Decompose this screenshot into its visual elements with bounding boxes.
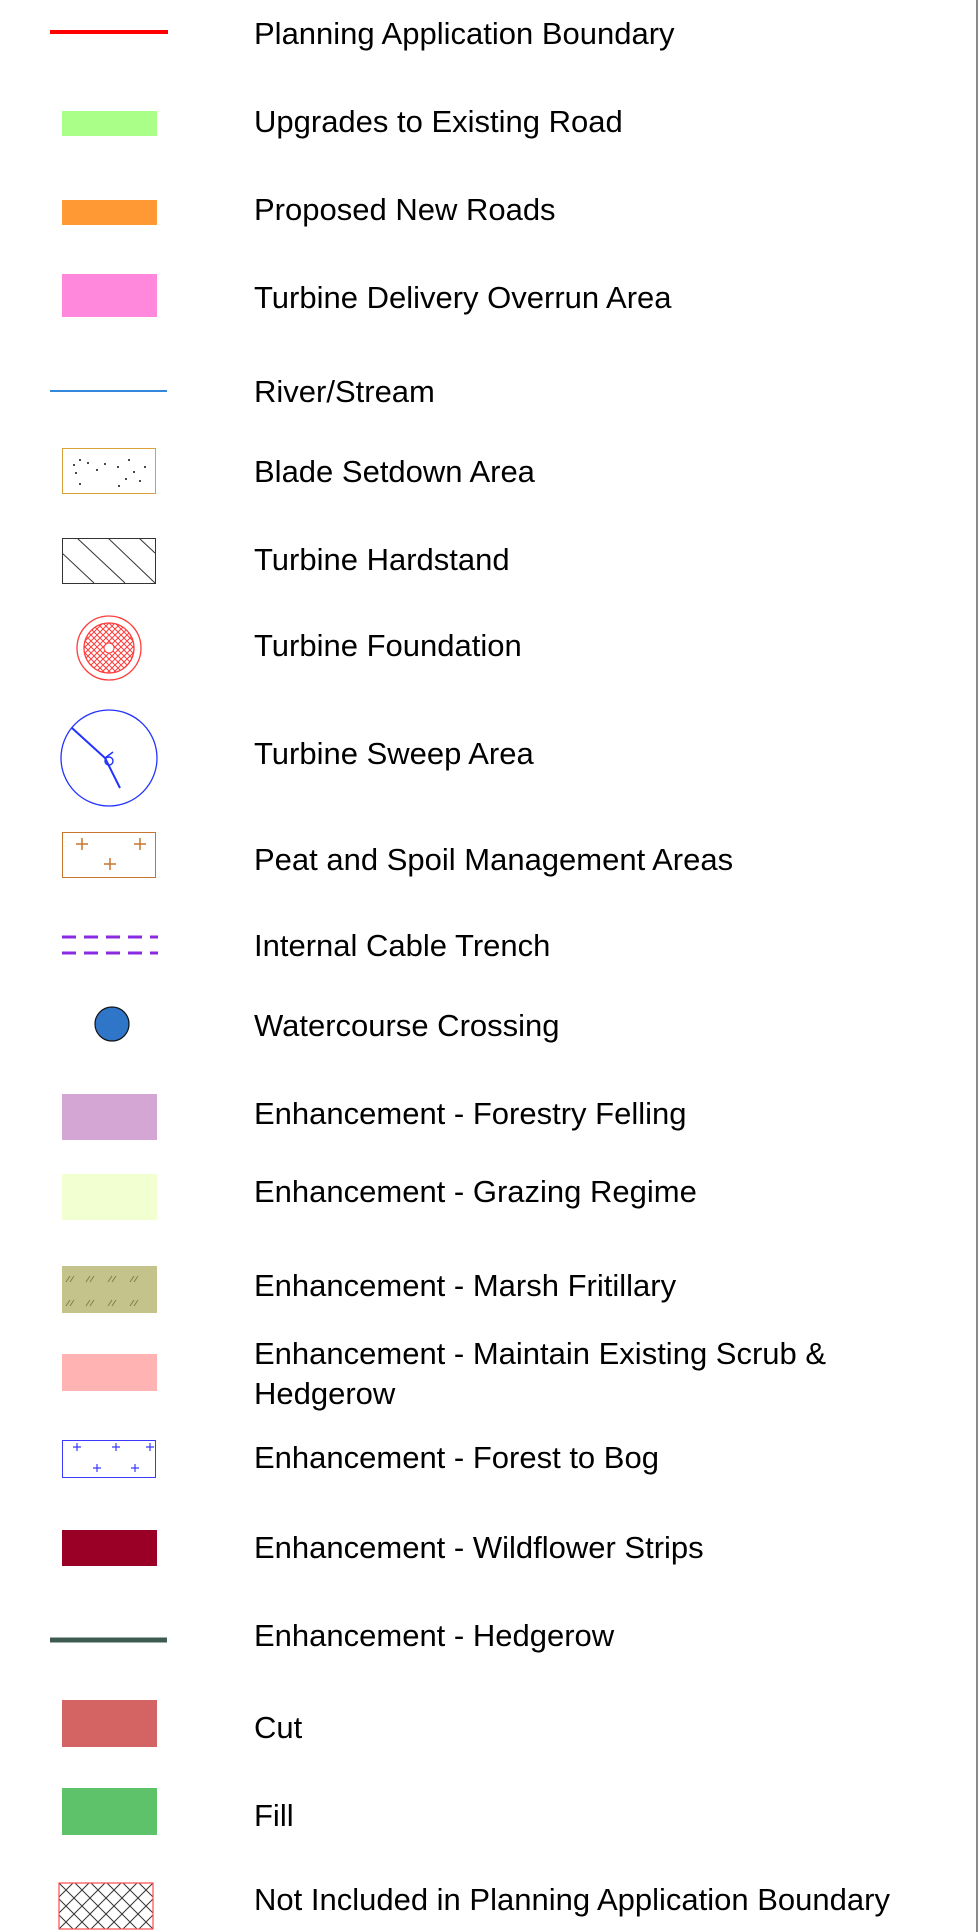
legend-item-blade-setdown-area: Blade Setdown Area	[0, 446, 974, 494]
legend-item-planning-application-boundary: Planning Application Boundary	[0, 12, 974, 58]
legend-item-turbine-foundation: Turbine Foundation	[0, 614, 974, 684]
blade-setdown-area-icon	[62, 448, 182, 496]
river-stream-line-icon	[50, 388, 170, 394]
legend-label-upgrades-existing-road: Upgrades to Existing Road	[254, 104, 623, 139]
peat-spoil-management-areas-icon	[62, 832, 182, 880]
legend-item-cut: Cut	[0, 1700, 974, 1752]
turbine-sweep-area-icon	[60, 708, 180, 808]
legend-label-blade-setdown-area: Blade Setdown Area	[254, 454, 535, 489]
legend-label-planning-application-boundary: Planning Application Boundary	[254, 16, 675, 51]
legend-item-enhancement-forestry-felling: Enhancement - Forestry Felling	[0, 1092, 974, 1142]
legend-item-internal-cable-trench: Internal Cable Trench	[0, 926, 974, 970]
legend-item-proposed-new-roads: Proposed New Roads	[0, 188, 974, 234]
map-legend: Planning Application Boundary Upgrades t…	[0, 0, 980, 1932]
planning-application-boundary-line-icon	[50, 28, 170, 36]
legend-label-turbine-sweep-area: Turbine Sweep Area	[254, 736, 534, 771]
turbine-foundation-icon	[76, 614, 196, 682]
legend-label-internal-cable-trench: Internal Cable Trench	[254, 928, 551, 963]
legend-label-enhancement-forest-to-bog: Enhancement - Forest to Bog	[254, 1440, 659, 1475]
enhancement-maintain-existing-scrub-hedgerow-icon	[62, 1354, 182, 1394]
turbine-hardstand-icon	[62, 538, 182, 586]
legend-item-enhancement-forest-to-bog: Enhancement - Forest to Bog	[0, 1438, 974, 1490]
legend-item-enhancement-wildflower-strips: Enhancement - Wildflower Strips	[0, 1528, 974, 1576]
legend-label-turbine-delivery-overrun-area: Turbine Delivery Overrun Area	[254, 280, 672, 315]
legend-item-turbine-hardstand: Turbine Hardstand	[0, 536, 974, 586]
legend-item-enhancement-maintain-existing-scrub-hedgerow: Enhancement - Maintain Existing Scrub & …	[0, 1334, 974, 1412]
legend-label-river-stream: River/Stream	[254, 374, 435, 409]
legend-item-river-stream: River/Stream	[0, 372, 974, 418]
proposed-new-roads-icon	[62, 200, 182, 226]
legend-label-enhancement-hedgerow: Enhancement - Hedgerow	[254, 1618, 615, 1653]
cut-icon	[62, 1700, 182, 1748]
legend-item-turbine-delivery-overrun-area: Turbine Delivery Overrun Area	[0, 272, 974, 320]
legend-item-not-included-planning-boundary: Not Included in Planning Application Bou…	[0, 1880, 974, 1932]
legend-label-watercourse-crossing: Watercourse Crossing	[254, 1008, 560, 1043]
legend-item-peat-spoil-management-areas: Peat and Spoil Management Areas	[0, 832, 974, 884]
legend-label-enhancement-grazing-regime: Enhancement - Grazing Regime	[254, 1174, 697, 1209]
legend-label-turbine-hardstand: Turbine Hardstand	[254, 542, 510, 577]
enhancement-hedgerow-line-icon	[50, 1636, 170, 1644]
watercourse-crossing-icon	[94, 1006, 214, 1044]
legend-item-turbine-sweep-area: Turbine Sweep Area	[0, 706, 974, 808]
legend-label-turbine-foundation: Turbine Foundation	[254, 628, 522, 663]
legend-label-peat-spoil-management-areas: Peat and Spoil Management Areas	[254, 842, 734, 877]
enhancement-forestry-felling-icon	[62, 1094, 182, 1142]
legend-label-cut: Cut	[254, 1710, 303, 1745]
legend-label-proposed-new-roads: Proposed New Roads	[254, 192, 556, 227]
turbine-delivery-overrun-area-icon	[62, 274, 182, 318]
fill-icon	[62, 1788, 182, 1836]
legend-item-enhancement-grazing-regime: Enhancement - Grazing Regime	[0, 1172, 974, 1222]
legend-label-not-included-planning-boundary: Not Included in Planning Application Bou…	[254, 1882, 890, 1917]
legend-item-watercourse-crossing: Watercourse Crossing	[0, 1006, 974, 1052]
not-included-planning-boundary-icon	[58, 1882, 178, 1932]
legend-label-fill: Fill	[254, 1798, 294, 1833]
legend-item-enhancement-hedgerow: Enhancement - Hedgerow	[0, 1616, 974, 1664]
legend-label-enhancement-marsh-fritillary: Enhancement - Marsh Fritillary	[254, 1268, 677, 1303]
legend-item-upgrades-existing-road: Upgrades to Existing Road	[0, 100, 974, 146]
legend-label-enhancement-maintain-existing-scrub-hedgerow: Enhancement - Maintain Existing Scrub & …	[254, 1336, 827, 1411]
legend-right-border	[976, 0, 978, 1932]
internal-cable-trench-icon	[62, 930, 182, 960]
upgrades-existing-road-icon	[62, 111, 182, 137]
legend-item-fill: Fill	[0, 1788, 974, 1840]
enhancement-wildflower-strips-icon	[62, 1530, 182, 1570]
enhancement-marsh-fritillary-icon	[62, 1266, 182, 1314]
enhancement-forest-to-bog-icon	[62, 1440, 182, 1480]
legend-item-enhancement-marsh-fritillary: Enhancement - Marsh Fritillary	[0, 1266, 974, 1318]
legend-label-enhancement-wildflower-strips: Enhancement - Wildflower Strips	[254, 1530, 704, 1565]
legend-label-enhancement-forestry-felling: Enhancement - Forestry Felling	[254, 1096, 687, 1131]
enhancement-grazing-regime-icon	[62, 1174, 182, 1222]
